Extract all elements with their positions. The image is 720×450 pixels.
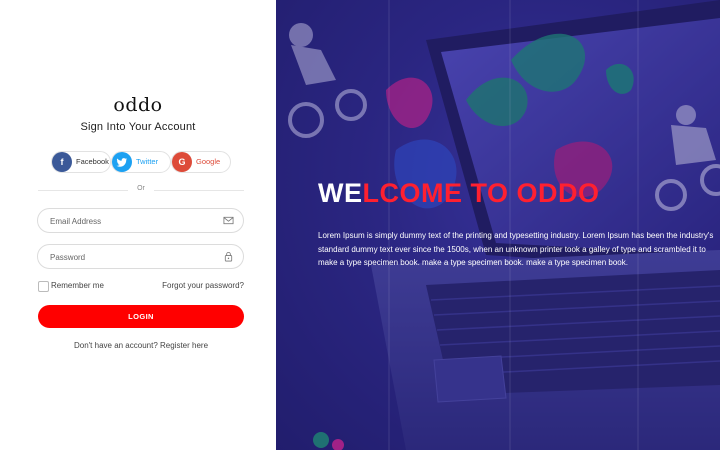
remember-me-checkbox[interactable] [38,281,49,292]
page-subtitle: Sign Into Your Account [80,121,196,133]
facebook-icon: f [52,152,72,172]
password-field-wrapper [37,244,244,270]
google-label: Google [196,157,221,166]
facebook-login-button[interactable]: f Facebook [51,151,111,173]
hero-title-white: WE [318,178,363,208]
twitter-login-button[interactable]: Twitter [111,151,171,173]
or-separator: Or [128,185,154,192]
register-link[interactable]: Don't have an account? Register here [0,341,282,350]
facebook-label: Facebook [76,157,109,166]
brand-logo: oddo [113,94,163,116]
login-button[interactable]: LOGIN [38,305,244,328]
envelope-icon [223,216,234,225]
remember-me-label: Remember me [51,281,104,290]
hero-body-text: Lorem Ipsum is simply dummy text of the … [318,231,714,267]
forgot-password-link[interactable]: Forgot your password? [162,281,244,291]
hero-title-red: LCOME TO ODDO [362,178,600,208]
google-icon: G [172,152,192,172]
login-panel: oddo Sign Into Your Account f Facebook T… [0,0,276,450]
email-field-wrapper [37,208,244,234]
google-login-button[interactable]: G Google [171,151,231,173]
email-field[interactable] [48,209,222,234]
twitter-label: Twitter [136,157,159,166]
hero-title: WELCOME TO ODDO [318,178,600,209]
hero-background-image [276,0,720,450]
password-field[interactable] [48,245,222,270]
lock-icon [224,251,233,262]
twitter-icon [112,152,132,172]
hero-panel: WELCOME TO ODDO Lorem Ipsum is simply du… [276,0,720,450]
